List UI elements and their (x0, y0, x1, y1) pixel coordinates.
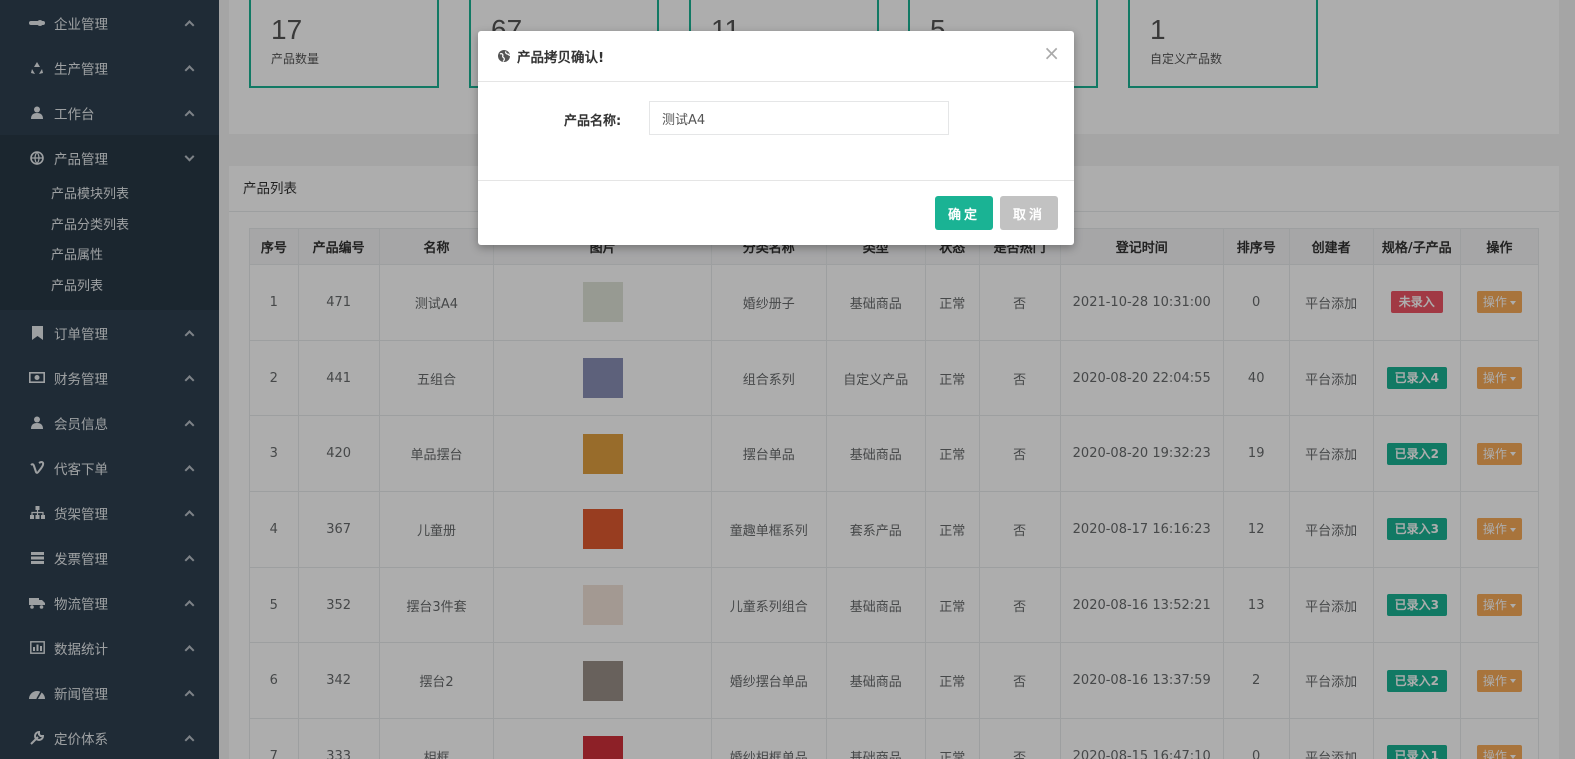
cancel-button[interactable]: 取消 (1000, 196, 1058, 230)
modal-header: 产品拷贝确认! × (478, 31, 1074, 82)
product-name-label: 产品名称: (564, 114, 622, 129)
modal-title: 产品拷贝确认! (517, 50, 605, 66)
product-name-input[interactable] (649, 101, 949, 135)
close-icon[interactable]: × (1043, 43, 1060, 63)
globe-icon (498, 50, 511, 62)
modal-body: 产品名称: (478, 82, 1074, 181)
copy-confirm-dialog: 产品拷贝确认! × 产品名称: 确定 取消 (478, 31, 1074, 245)
modal-footer: 确定 取消 (478, 181, 1074, 243)
confirm-button[interactable]: 确定 (935, 196, 993, 230)
